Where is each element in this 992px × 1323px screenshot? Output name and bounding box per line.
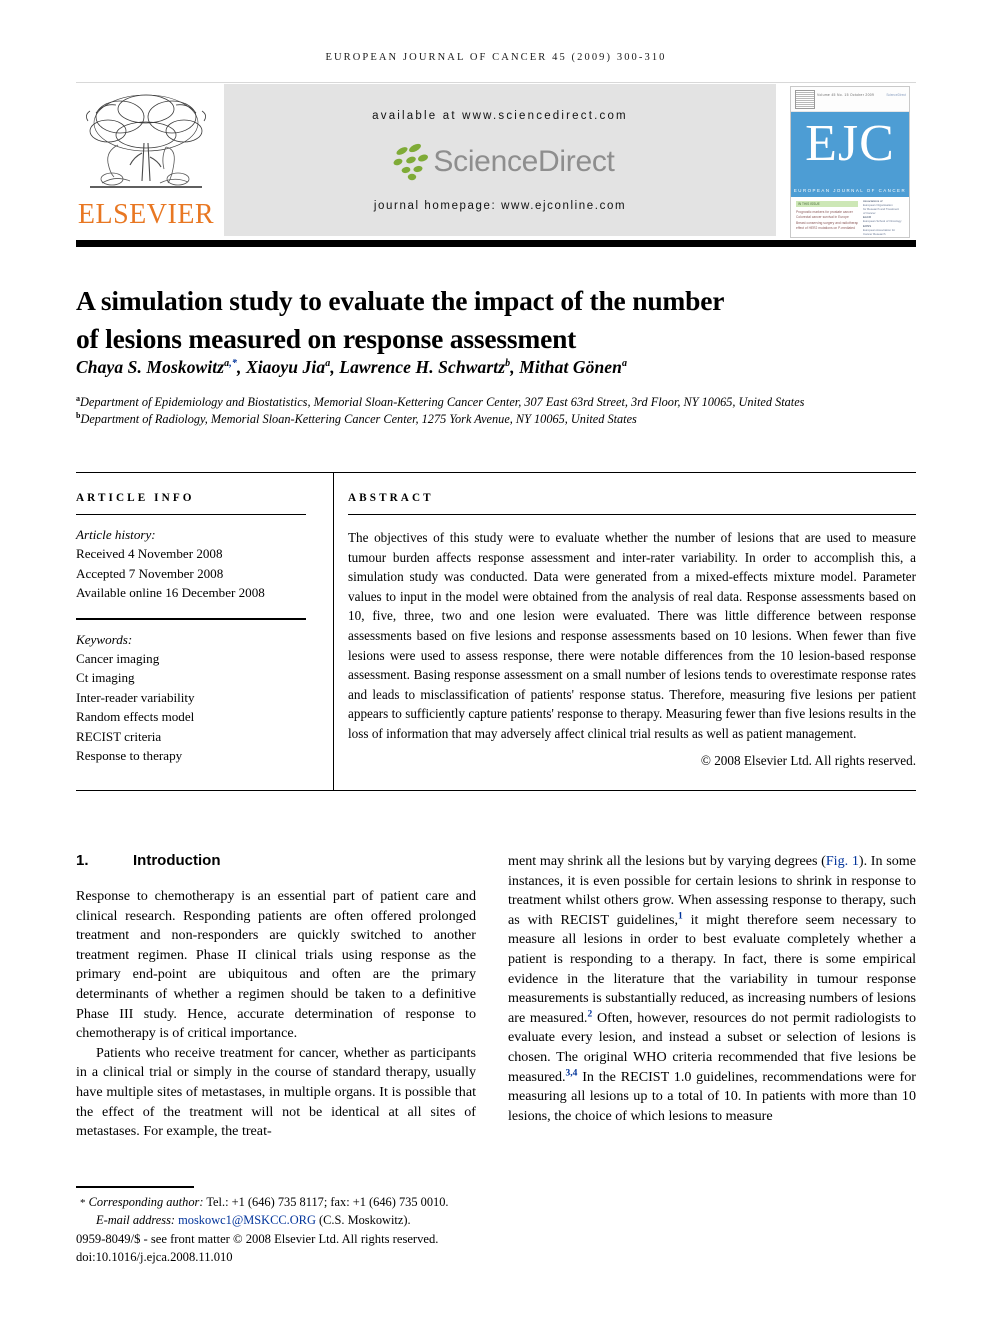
cover-publisher-icon	[795, 90, 815, 109]
abstract-column: ABSTRACT The objectives of this study we…	[348, 492, 916, 769]
list-item: Response to therapy	[76, 748, 183, 764]
author-list: Chaya S. Moskowitza,*, Xiaoyu Jiaa, Lawr…	[76, 357, 628, 377]
elsevier-wordmark: ELSEVIER	[77, 199, 215, 230]
journal-article-page: EUROPEAN JOURNAL OF CANCER 45 (2009) 300…	[0, 0, 992, 1323]
sciencedirect-band: available at www.sciencedirect.com Scien…	[224, 84, 776, 236]
cover-subtitle: EUROPEAN JOURNAL OF CANCER	[791, 184, 909, 197]
author-email-link[interactable]: moskowc1@MSKCC.ORG	[178, 1213, 316, 1227]
keywords-divider	[76, 617, 306, 620]
abstract-block-column-divider	[333, 472, 334, 791]
abstract-block-bottom-rule	[76, 790, 916, 791]
sciencedirect-leaves-icon	[393, 143, 429, 181]
abstract-copyright: © 2008 Elsevier Ltd. All rights reserved…	[700, 752, 916, 768]
paragraph: Response to chemotherapy is an essential…	[76, 888, 476, 1042]
paragraph-segment: it might therefore seem necessary to mea…	[508, 911, 916, 1026]
journal-cover-thumbnail: Volume 45 No. 15 October 2009 ScienceDir…	[790, 86, 910, 238]
article-info-heading: ARTICLE INFO	[76, 492, 195, 504]
author-affiliation-marker: a	[325, 358, 331, 370]
available-at-text: available at www.sciencedirect.com	[372, 110, 628, 122]
email-owner: (C.S. Moskowitz).	[319, 1213, 411, 1228]
title-line-2: of lesions measured on response assessme…	[76, 323, 577, 355]
doi-line: doi:10.1016/j.ejca.2008.11.010	[76, 1249, 233, 1264]
cover-acronym: EJC	[805, 115, 895, 172]
page-title: A simulation study to evaluate the impac…	[76, 282, 886, 358]
article-history-label: Article history:	[76, 527, 156, 542]
author-name: Chaya S. Moskowitz	[76, 357, 225, 377]
abstract-heading: ABSTRACT	[348, 492, 434, 504]
footnote-divider	[76, 1186, 194, 1188]
running-head: EUROPEAN JOURNAL OF CANCER 45 (2009) 300…	[325, 52, 667, 63]
keywords-label: Keywords:	[76, 631, 133, 647]
corresponding-author-contact: Tel.: +1 (646) 735 8117; fax: +1 (646) 7…	[206, 1195, 449, 1209]
corresponding-author-marker[interactable]: ,*	[229, 358, 237, 369]
cover-sciencedirect-tag: ScienceDirect	[886, 93, 906, 97]
header-divider	[76, 240, 916, 247]
email-note: E-mail address: moskowc1@MSKCC.ORG (C.S.…	[76, 1212, 496, 1229]
paragraph-segment: ment may shrink all the lesions but by v…	[508, 853, 826, 869]
author-name: Lawrence H. Schwartz	[339, 357, 506, 377]
list-item: European School of Oncology	[863, 219, 902, 224]
affiliation-a: aDepartment of Epidemiology and Biostati…	[76, 394, 906, 411]
author-affiliation-marker: b	[505, 358, 511, 370]
list-item: effect of HER2 mutations on P-mediated	[796, 226, 855, 231]
paragraph: ment may shrink all the lesions but by v…	[508, 852, 916, 1126]
article-info-underline	[76, 514, 306, 515]
journal-homepage-text: journal homepage: www.ejconline.com	[373, 200, 627, 212]
elsevier-tree-icon	[86, 94, 206, 188]
cover-contents: IN THIS ISSUE Prognostic markers for pro…	[791, 197, 909, 238]
affiliation-list: aDepartment of Epidemiology and Biostati…	[76, 394, 906, 427]
email-label: E-mail address:	[96, 1213, 176, 1228]
cover-highlights: Prognostic markers for prostate cancer C…	[796, 210, 858, 232]
list-item: Ct imaging	[76, 670, 135, 686]
reference-link-3[interactable]: 3,4	[566, 1068, 578, 1078]
keyword-list: Keywords: Cancer imaging Ct imaging Inte…	[76, 630, 306, 766]
list-item: Inter-reader variability	[76, 689, 195, 705]
title-line-1: A simulation study to evaluate the impac…	[76, 285, 725, 317]
paragraph: Patients who receive treatment for cance…	[76, 1044, 476, 1140]
affiliation-text: Department of Epidemiology and Biostatis…	[80, 395, 805, 409]
asterisk-icon: *	[80, 1197, 86, 1209]
cover-issue-bar-label: IN THIS ISSUE	[798, 202, 820, 206]
body-column-right: ment may shrink all the lesions but by v…	[508, 852, 916, 1126]
author-name: Xiaoyu Jia	[245, 357, 326, 377]
corresponding-author-label: Corresponding author:	[88, 1195, 204, 1209]
cover-society-links: Associations of European Organisation fo…	[863, 199, 905, 238]
list-item: Cancer imaging	[76, 651, 160, 667]
publisher-header-band: ELSEVIER available at www.sciencedirect.…	[76, 82, 916, 238]
sciencedirect-logo: ScienceDirect	[224, 142, 776, 186]
author-affiliation-marker: a	[622, 358, 628, 370]
abstract-text: The objectives of this study were to eva…	[348, 530, 916, 741]
figure-1-link[interactable]: Fig. 1	[826, 853, 859, 869]
list-item: Received 4 November 2008	[76, 546, 223, 562]
sciencedirect-wordmark: ScienceDirect	[433, 145, 615, 178]
cover-title-band: EJC	[791, 112, 909, 184]
section-title: Introduction	[133, 852, 221, 869]
list-item: Random effects model	[76, 709, 195, 725]
cover-issue-bar: IN THIS ISSUE	[796, 201, 858, 207]
list-item: SIOP	[863, 235, 870, 238]
list-item: RECIST criteria	[76, 728, 162, 744]
abstract-block-top-rule	[76, 472, 916, 473]
footnote-block: * Corresponding author: Tel.: +1 (646) 7…	[76, 1194, 496, 1266]
affiliation-b: bDepartment of Radiology, Memorial Sloan…	[76, 411, 906, 428]
author-name: Mithat Gönen	[519, 357, 623, 377]
cover-volume-line: Volume 45 No. 15 October 2009	[817, 93, 875, 97]
article-info-column: ARTICLE INFO Article history: Received 4…	[76, 492, 306, 765]
abstract-underline	[348, 514, 916, 515]
issn-copyright-line: 0959-8049/$ - see front matter © 2008 El…	[76, 1232, 439, 1247]
body-column-left: 1. Introduction Response to chemotherapy …	[76, 852, 476, 1142]
section-number: 1.	[76, 852, 89, 869]
corresponding-author-note: * Corresponding author: Tel.: +1 (646) 7…	[76, 1194, 496, 1212]
section-heading-introduction: 1. Introduction	[76, 852, 476, 869]
list-item: Accepted 7 November 2008	[76, 565, 224, 581]
elsevier-logo-block: ELSEVIER	[76, 83, 216, 238]
affiliation-text: Department of Radiology, Memorial Sloan-…	[80, 411, 637, 426]
list-item: Available online 16 December 2008	[76, 585, 265, 601]
article-history: Article history: Received 4 November 200…	[76, 525, 306, 603]
